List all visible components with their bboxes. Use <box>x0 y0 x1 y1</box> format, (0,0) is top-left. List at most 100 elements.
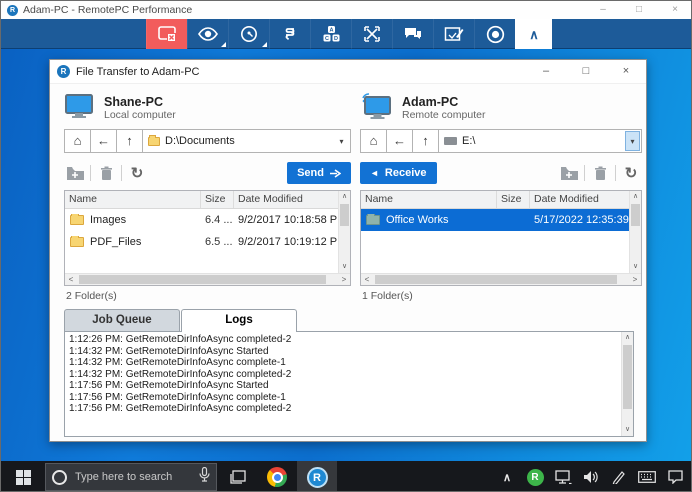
file-row[interactable]: Images6.4 ...9/2/2017 10:18:58 PM <box>65 209 338 231</box>
local-path-dropdown[interactable]: D:\Documents ▾ <box>142 129 351 153</box>
dropdown-arrow-icon[interactable]: ▾ <box>334 131 349 151</box>
remote-vertical-scrollbar[interactable]: ∧ ∨ <box>629 191 641 273</box>
taskbar-chrome-button[interactable] <box>257 461 297 492</box>
folder-icon <box>148 137 160 146</box>
tray-pen-button[interactable] <box>605 461 633 492</box>
local-home-button[interactable]: ⌂ <box>64 129 90 153</box>
svg-text:D: D <box>334 36 338 42</box>
scrollbar-thumb[interactable] <box>623 345 632 409</box>
scrollbar-thumb[interactable] <box>340 204 349 226</box>
tray-show-hidden-icons-button[interactable]: ∧ <box>493 461 521 492</box>
file-size: 6.4 ... <box>201 214 234 226</box>
scroll-left-icon[interactable]: < <box>65 274 77 286</box>
tray-remotepc-button[interactable]: R <box>521 461 549 492</box>
dialog-maximize-button[interactable]: □ <box>566 60 606 84</box>
local-computer-name: Shane-PC <box>104 95 176 109</box>
scroll-up-icon[interactable]: ∧ <box>630 191 641 203</box>
local-refresh-button[interactable]: ↻ <box>126 163 148 183</box>
local-vertical-scrollbar[interactable]: ∧ ∨ <box>338 191 350 273</box>
collapse-toolbar-button[interactable]: ∧ <box>515 19 552 49</box>
local-delete-button[interactable] <box>95 163 117 183</box>
file-date: 9/2/2017 10:19:12 PM <box>234 236 338 248</box>
local-back-button[interactable]: ← <box>90 129 116 153</box>
local-up-button[interactable]: ↑ <box>116 129 142 153</box>
remote-back-button[interactable]: ← <box>386 129 412 153</box>
tray-network-button[interactable] <box>549 461 577 492</box>
host-maximize-button[interactable]: □ <box>621 1 657 19</box>
file-date: 9/2/2017 10:18:58 PM <box>234 214 338 226</box>
disconnect-button[interactable] <box>146 19 187 49</box>
dialog-minimize-button[interactable]: – <box>526 60 566 84</box>
tab-job-queue[interactable]: Job Queue <box>64 309 180 331</box>
scroll-down-icon[interactable]: ∨ <box>339 261 350 273</box>
eye-icon <box>197 26 219 42</box>
local-new-folder-button[interactable] <box>64 163 86 183</box>
scroll-down-icon[interactable]: ∨ <box>622 424 633 436</box>
column-size[interactable]: Size <box>497 191 530 208</box>
remote-new-folder-button[interactable] <box>558 163 580 183</box>
scrollbar-thumb[interactable] <box>375 275 617 284</box>
action-center-button[interactable] <box>661 461 689 492</box>
column-date-modified[interactable]: Date Modified <box>234 191 350 208</box>
column-size[interactable]: Size <box>201 191 234 208</box>
remotepc-logo-icon: R <box>7 5 18 16</box>
scroll-right-icon[interactable]: > <box>629 274 641 286</box>
scroll-right-icon[interactable]: > <box>338 274 350 286</box>
local-list-header[interactable]: Name Size Date Modified <box>65 191 350 209</box>
record-button[interactable] <box>474 19 515 49</box>
column-date-modified[interactable]: Date Modified <box>530 191 641 208</box>
start-button[interactable] <box>1 461 45 492</box>
scroll-left-icon[interactable]: < <box>361 274 373 286</box>
file-date: 5/17/2022 12:35:39 PM <box>530 214 629 226</box>
tray-touch-keyboard-button[interactable] <box>633 461 661 492</box>
remote-list-header[interactable]: Name Size Date Modified <box>361 191 641 209</box>
scrollbar-thumb[interactable] <box>631 204 640 226</box>
scrollbar-thumb[interactable] <box>79 275 326 284</box>
remote-horizontal-scrollbar[interactable]: < > <box>361 273 641 285</box>
remote-path-dropdown[interactable]: E:\ ▾ <box>438 129 642 153</box>
scroll-down-icon[interactable]: ∨ <box>630 261 641 273</box>
task-view-button[interactable] <box>217 461 257 492</box>
tab-logs[interactable]: Logs <box>181 309 297 331</box>
file-row[interactable]: PDF_Files6.5 ...9/2/2017 10:19:12 PM <box>65 231 338 253</box>
taskbar-search-box[interactable]: Type here to search <box>45 463 217 491</box>
log-vertical-scrollbar[interactable]: ∧ ∨ <box>621 332 633 436</box>
fullscreen-button[interactable] <box>351 19 392 49</box>
send-button[interactable]: Send <box>287 162 351 184</box>
host-close-button[interactable]: × <box>657 1 692 19</box>
tray-volume-button[interactable] <box>577 461 605 492</box>
scroll-up-icon[interactable]: ∧ <box>339 191 350 203</box>
keyboard-icon <box>638 471 656 483</box>
remote-up-button[interactable]: ↑ <box>412 129 438 153</box>
local-path: D:\Documents <box>165 135 235 147</box>
remote-home-button[interactable]: ⌂ <box>360 129 386 153</box>
remotepc-icon: R <box>307 467 328 488</box>
cortana-icon <box>52 470 67 485</box>
file-row[interactable]: Office Works5/17/2022 12:35:39 PM <box>361 209 629 231</box>
dialog-close-button[interactable]: × <box>606 60 646 84</box>
taskbar-remotepc-button[interactable]: R <box>297 461 337 492</box>
microphone-icon[interactable] <box>199 467 210 487</box>
performance-button[interactable] <box>228 19 269 49</box>
folder-icon <box>70 237 84 247</box>
dropdown-arrow-icon[interactable]: ▾ <box>625 131 640 151</box>
remote-refresh-button[interactable]: ↻ <box>620 163 642 183</box>
view-mode-button[interactable] <box>187 19 228 49</box>
svg-text:A: A <box>329 28 333 34</box>
scroll-up-icon[interactable]: ∧ <box>622 332 633 344</box>
column-name[interactable]: Name <box>65 191 201 208</box>
file-transfer-button[interactable] <box>269 19 310 49</box>
log-line: 1:12:26 PM: GetRemoteDirInfoAsync comple… <box>69 334 617 346</box>
remote-folder-count: 1 Folder(s) <box>362 290 413 302</box>
shortcuts-button[interactable]: ACD <box>310 19 351 49</box>
remote-delete-button[interactable] <box>589 163 611 183</box>
host-minimize-button[interactable]: – <box>585 1 621 19</box>
column-name[interactable]: Name <box>361 191 497 208</box>
local-horizontal-scrollbar[interactable]: < > <box>65 273 350 285</box>
dropdown-corner-icon <box>221 42 226 47</box>
chat-button[interactable] <box>392 19 433 49</box>
receive-button[interactable]: ◄ Receive <box>360 162 437 184</box>
dropdown-corner-icon <box>262 42 267 47</box>
remote-path: E:\ <box>462 135 475 147</box>
whiteboard-button[interactable] <box>433 19 474 49</box>
